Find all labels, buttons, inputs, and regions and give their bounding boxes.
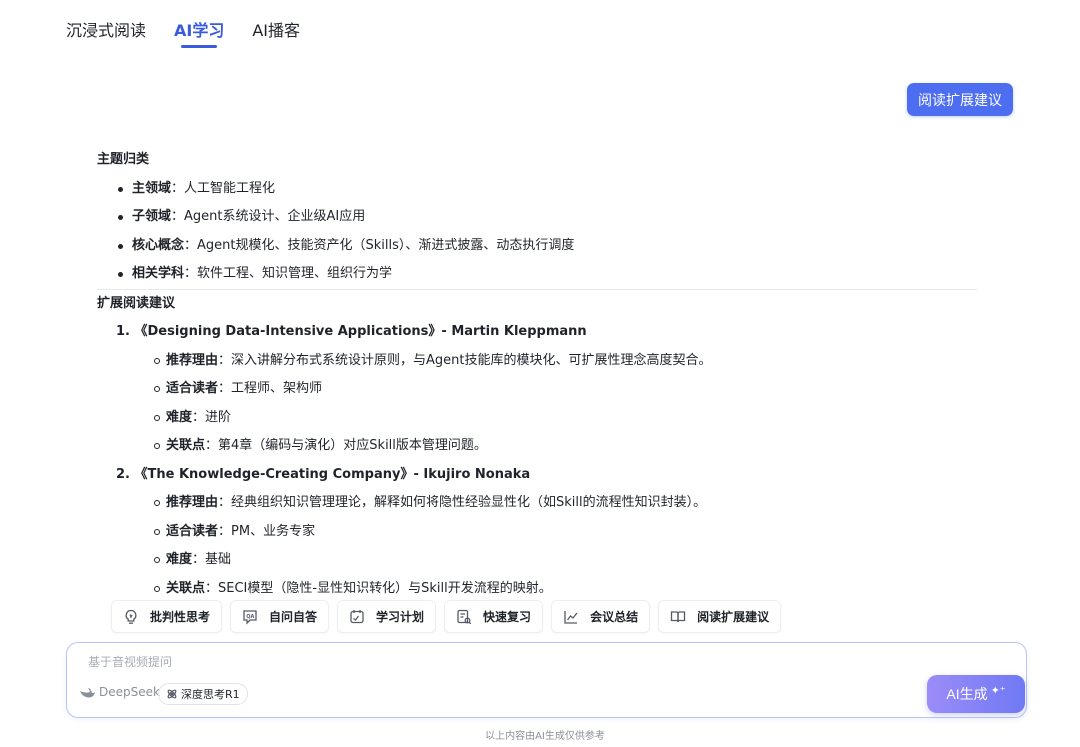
tab-bar: 沉浸式阅读 AI学习 AI播客: [66, 20, 300, 48]
chip-self-qa[interactable]: QA 自问自答: [230, 600, 330, 633]
tab-immersive-reading[interactable]: 沉浸式阅读: [66, 20, 146, 48]
chip-critical-thinking[interactable]: 批判性思考: [111, 600, 223, 633]
question-input[interactable]: [88, 653, 888, 675]
deep-think-toggle[interactable]: 深度思考R1: [158, 683, 248, 705]
svg-text:QA: QA: [246, 613, 254, 619]
section-title-topic: 主题归类: [97, 152, 150, 167]
list-item: 适合读者：工程师、架构师: [154, 375, 977, 404]
reading-suggestion-button[interactable]: 阅读扩展建议: [907, 83, 1013, 116]
tab-ai-learning[interactable]: AI学习: [174, 20, 224, 48]
list-item: 适合读者：PM、业务专家: [154, 518, 977, 547]
list-item: 推荐理由：经典组织知识管理理论，解释如何将隐性经验显性化（如Skill的流程性知…: [154, 489, 977, 518]
list-item: 难度：基础: [154, 546, 977, 575]
book-icon: [670, 610, 686, 622]
chip-meeting-summary[interactable]: 会议总结: [551, 600, 651, 633]
review-icon: [457, 609, 472, 624]
chip-study-plan[interactable]: 学习计划: [337, 600, 437, 633]
feature-chip-bar: 批判性思考 QA 自问自答 学习计划 快速复习 会议总结 阅读扩展建议: [111, 600, 782, 633]
bulb-icon: [125, 609, 137, 624]
ai-answer-content: 主题归类 主领域：人工智能工程化 子领域：Agent系统设计、企业级AI应用 核…: [97, 146, 977, 603]
plan-icon: [350, 609, 364, 623]
atom-icon: [167, 689, 177, 699]
list-item: 子领域：Agent系统设计、企业级AI应用: [117, 203, 977, 232]
book-title: 1. 《Designing Data-Intensive Application…: [116, 324, 587, 339]
whale-icon: [80, 687, 95, 697]
book-details: 推荐理由：深入讲解分布式系统设计原则，与Agent技能库的模块化、可扩展性理念高…: [97, 347, 977, 461]
tab-ai-podcast[interactable]: AI播客: [252, 20, 300, 48]
book-title: 2. 《The Knowledge-Creating Company》- Iku…: [116, 466, 531, 482]
qa-icon: QA: [243, 609, 257, 625]
list-item: 核心概念：Agent规模化、技能资产化（Skills）、渐进式披露、动态执行调度: [117, 232, 977, 261]
ai-disclaimer: 以上内容由AI生成仅供参考: [485, 731, 605, 742]
list-item: 主领域：人工智能工程化: [117, 175, 977, 204]
list-item: 关联点：第4章（编码与演化）对应Skill版本管理问题。: [154, 432, 977, 461]
list-item: 难度：进阶: [154, 404, 977, 433]
ai-generate-button[interactable]: AI生成 ✦⁺: [927, 675, 1025, 713]
section-title-reading: 扩展阅读建议: [97, 295, 176, 311]
list-item: 相关学科：软件工程、知识管理、组织行为学: [117, 260, 977, 289]
book-details: 推荐理由：经典组织知识管理理论，解释如何将隐性经验显性化（如Skill的流程性知…: [97, 489, 977, 603]
chart-icon: [564, 610, 578, 624]
question-input-box: DeepSeek 深度思考R1 AI生成 ✦⁺: [66, 642, 1027, 718]
model-label: DeepSeek: [79, 685, 160, 699]
chip-quick-review[interactable]: 快速复习: [444, 600, 544, 633]
sparkle-icon: ✦⁺: [990, 684, 1006, 697]
list-item: 关联点：SECI模型（隐性-显性知识转化）与Skill开发流程的映射。: [154, 575, 977, 604]
chip-reading-suggestion[interactable]: 阅读扩展建议: [658, 600, 782, 633]
topic-list: 主领域：人工智能工程化 子领域：Agent系统设计、企业级AI应用 核心概念：A…: [97, 175, 977, 289]
list-item: 推荐理由：深入讲解分布式系统设计原则，与Agent技能库的模块化、可扩展性理念高…: [154, 347, 977, 376]
